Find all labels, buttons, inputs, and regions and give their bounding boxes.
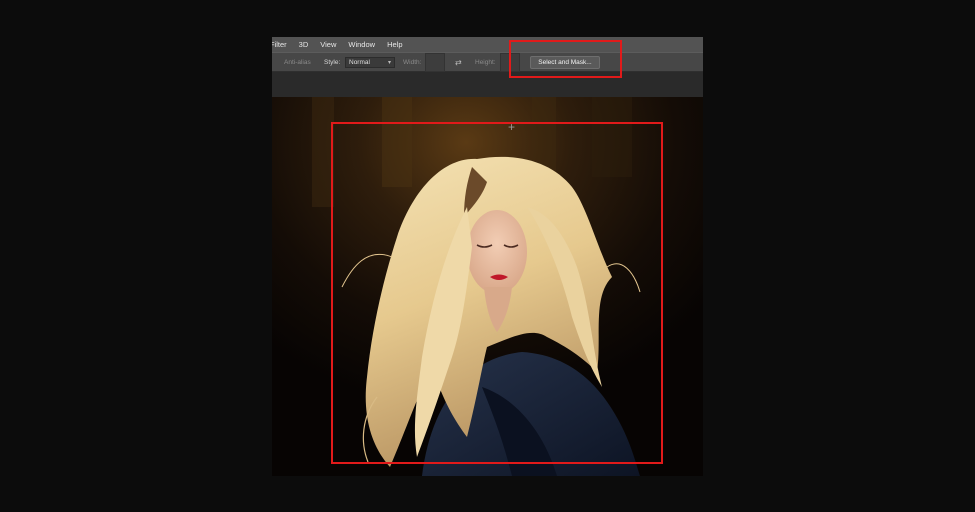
menu-bar: Filter 3D View Window Help [272,37,703,52]
menu-help[interactable]: Help [381,40,408,49]
height-label: Height: [475,59,496,66]
style-select-value: Normal [349,59,370,66]
style-label: Style: [324,59,341,66]
anti-alias-checkbox-label[interactable]: Anti-alias [284,53,311,72]
menu-window[interactable]: Window [342,40,381,49]
menu-filter[interactable]: Filter [272,40,293,49]
document-tab-strip [272,72,703,97]
width-label: Width: [403,59,422,66]
chevron-down-icon: ▾ [387,60,391,66]
highlight-select-and-mask [509,40,622,78]
highlight-subject-selection [331,122,663,464]
width-field[interactable] [425,53,445,72]
style-select[interactable]: Normal ▾ [345,57,395,68]
menu-view[interactable]: View [314,40,342,49]
swap-arrows-icon[interactable]: ⇄ [455,53,462,72]
menu-3d[interactable]: 3D [293,40,315,49]
options-bar: Anti-alias Style: Normal ▾ Width: ⇄ Heig… [272,52,703,72]
